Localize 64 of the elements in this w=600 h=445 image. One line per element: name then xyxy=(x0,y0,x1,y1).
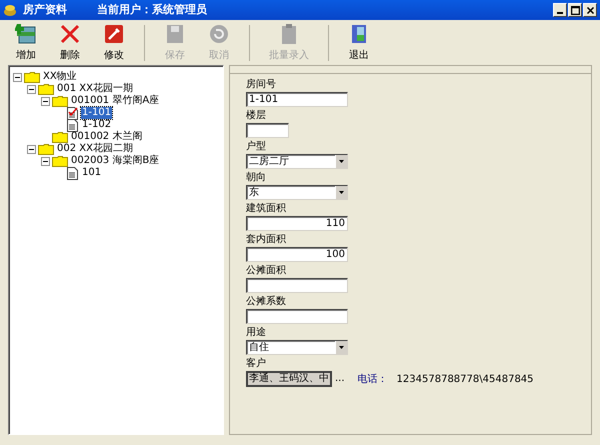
text-field[interactable] xyxy=(246,278,348,293)
field-label: 公摊系数 xyxy=(246,295,287,309)
maximize-icon xyxy=(570,6,580,14)
tree-item[interactable]: 001002 木兰阁 xyxy=(70,131,144,143)
text-field[interactable] xyxy=(246,309,348,324)
folder-icon xyxy=(52,95,68,107)
tree-item[interactable]: 002003 海棠阁B座 xyxy=(70,155,160,167)
undo-icon xyxy=(208,22,230,44)
dropdown-arrow-icon xyxy=(339,346,344,349)
current-user: 当前用户：系统管理员 xyxy=(97,2,207,18)
folder-icon xyxy=(24,71,40,83)
field-label: 房间号 xyxy=(246,78,277,92)
close-icon xyxy=(59,22,81,44)
folder-icon xyxy=(38,83,54,95)
field-label: 户型 xyxy=(246,140,267,154)
tree-item[interactable]: 1-102 xyxy=(81,119,112,131)
toolbar-button[interactable]: 删除 xyxy=(48,22,92,64)
dropdown-field[interactable]: 二房二厅 xyxy=(246,154,348,169)
expander-icon[interactable] xyxy=(27,84,36,94)
expander-icon[interactable] xyxy=(27,144,36,154)
dropdown-field[interactable]: 东 xyxy=(246,185,348,200)
field-label: 客户 xyxy=(246,357,267,371)
coins-icon xyxy=(3,3,17,17)
browse-button[interactable]: ... xyxy=(335,373,345,385)
text-field[interactable] xyxy=(246,123,289,138)
close-button[interactable] xyxy=(583,3,597,17)
toolbar-button[interactable]: 增加 xyxy=(4,22,48,64)
field-label: 楼层 xyxy=(246,109,267,123)
field-label: 朝向 xyxy=(246,171,267,185)
tree-item[interactable]: 002 XX花园二期 xyxy=(56,143,134,155)
customer-field[interactable]: 李通、王码汉、中 xyxy=(246,371,332,387)
maximize-button[interactable] xyxy=(568,3,582,17)
expander-icon[interactable] xyxy=(41,96,50,106)
field-label: 建筑面积 xyxy=(246,202,287,216)
expander-icon[interactable] xyxy=(13,72,22,82)
toolbar-button[interactable]: 退出 xyxy=(337,22,381,64)
field-label: 套内面积 xyxy=(246,233,287,247)
phone-number: 1234578788778\45487845 xyxy=(396,372,534,386)
text-field[interactable]: 1-101 xyxy=(246,92,348,107)
text-field[interactable]: 110 xyxy=(246,216,348,231)
minimize-button[interactable] xyxy=(553,3,567,17)
text-field[interactable]: 100 xyxy=(246,247,348,262)
tree-item[interactable]: 101 xyxy=(81,167,102,179)
folder-icon xyxy=(52,155,68,167)
folder-icon xyxy=(38,143,54,155)
window-title: 房产资料 xyxy=(23,2,67,18)
wrench-icon xyxy=(103,22,125,44)
dropdown-field[interactable]: 自住 xyxy=(246,340,348,355)
tree-item[interactable]: 1-101 xyxy=(81,107,112,119)
close-icon xyxy=(586,6,594,14)
folder-icon xyxy=(52,131,68,143)
toolbar-button[interactable]: 修改 xyxy=(92,22,136,64)
tree-item[interactable]: XX物业 xyxy=(42,71,78,83)
field-label: 用途 xyxy=(246,326,267,340)
tree-item[interactable]: 001 XX花园一期 xyxy=(56,83,134,95)
expander-icon[interactable] xyxy=(41,156,50,166)
tree-item[interactable]: 001001 翠竹阁A座 xyxy=(70,95,160,107)
dropdown-arrow-icon xyxy=(339,191,344,194)
phone-label: 电话： xyxy=(358,372,388,386)
dropdown-arrow-icon xyxy=(339,160,344,163)
floppy-icon xyxy=(164,22,186,44)
list-add-icon xyxy=(15,22,37,44)
minimize-icon xyxy=(557,12,563,14)
field-label: 公摊面积 xyxy=(246,264,287,278)
